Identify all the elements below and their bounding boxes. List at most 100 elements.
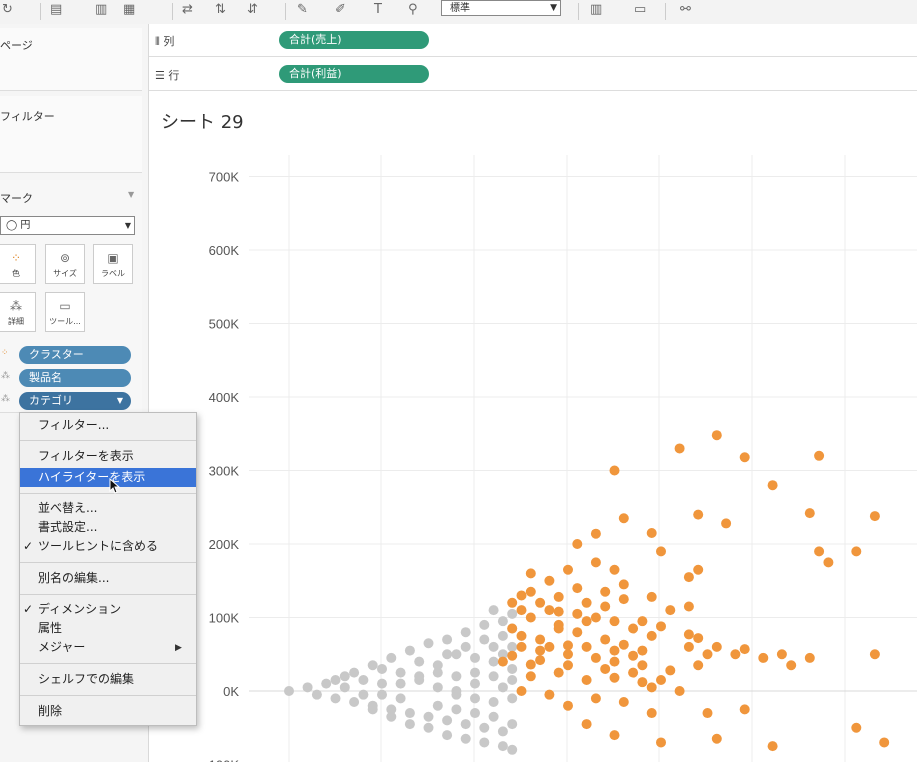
sort-asc-icon[interactable]: ⇅ bbox=[215, 2, 226, 17]
filters-card[interactable]: フィルター bbox=[0, 96, 142, 173]
scatter-point bbox=[590, 528, 601, 539]
menu-separator bbox=[20, 695, 196, 696]
rows-shelf[interactable]: ☰ 行 合計(利益) bbox=[149, 58, 917, 91]
scatter-point bbox=[739, 704, 750, 715]
scatter-point bbox=[516, 641, 527, 652]
scatter-point bbox=[609, 564, 620, 575]
menu-item-edit-in-shelf[interactable]: シェルフでの編集 bbox=[38, 671, 134, 688]
menu-item-sort[interactable]: 並べ替え... bbox=[38, 500, 97, 517]
product-pill[interactable]: 製品名 bbox=[19, 369, 131, 387]
mark-type-select[interactable]: ◯ 円 ▼ bbox=[0, 216, 135, 235]
detail-button[interactable]: ⁂ 詳細 bbox=[0, 292, 36, 332]
scatter-point bbox=[869, 511, 880, 522]
scatter-point bbox=[516, 605, 527, 616]
scatter-point bbox=[590, 612, 601, 623]
scatter-point bbox=[758, 652, 769, 663]
chevron-down-icon[interactable]: ▼ bbox=[117, 392, 123, 410]
card-menu-icon[interactable]: ▼ bbox=[128, 190, 134, 199]
scatter-point bbox=[460, 719, 471, 730]
menu-item-attribute[interactable]: 属性 bbox=[38, 620, 62, 637]
columns-pill-label: 合計(売上) bbox=[289, 33, 342, 46]
menu-item-show-filter[interactable]: フィルターを表示 bbox=[38, 448, 134, 465]
scatter-point bbox=[646, 630, 657, 641]
menu-separator bbox=[20, 493, 196, 494]
detail-label: 詳細 bbox=[8, 317, 24, 326]
new-sheet-icon[interactable]: ▤ bbox=[50, 2, 62, 17]
scatter-point bbox=[395, 678, 406, 689]
cluster-pill[interactable]: クラスター bbox=[19, 346, 131, 364]
size-label: サイズ bbox=[53, 269, 77, 278]
scatter-point bbox=[711, 733, 722, 744]
columns-label: ⦀ 列 bbox=[155, 33, 174, 49]
duplicate-sheet-icon[interactable]: ▥ bbox=[95, 2, 107, 17]
color-button[interactable]: ⁘ 色 bbox=[0, 244, 36, 284]
scatter-point bbox=[377, 678, 387, 689]
scatter-point bbox=[423, 711, 434, 722]
scatter-point bbox=[683, 572, 694, 583]
scatter-point bbox=[404, 645, 415, 656]
scatter-point bbox=[563, 660, 573, 671]
scatter-point bbox=[442, 634, 453, 645]
scatter-point bbox=[451, 689, 462, 700]
rows-label: ☰ 行 bbox=[155, 67, 179, 83]
menu-item-measure[interactable]: メジャー bbox=[38, 639, 85, 656]
menu-item-format[interactable]: 書式設定... bbox=[38, 519, 97, 536]
menu-item-filter[interactable]: フィルター... bbox=[38, 417, 109, 434]
fit-dropdown[interactable]: 標準 ▼ bbox=[441, 0, 561, 16]
checkmark-icon: ✓ bbox=[23, 602, 34, 616]
y-tick-label: 400K bbox=[209, 390, 240, 405]
color-encoding-icon: ⁘ bbox=[1, 348, 8, 358]
scatter-point bbox=[507, 693, 518, 704]
scatter-point bbox=[581, 641, 592, 652]
scatter-point bbox=[535, 655, 546, 666]
size-button[interactable]: ⊚ サイズ bbox=[45, 244, 85, 284]
presentation-icon[interactable]: ▭ bbox=[634, 2, 646, 17]
scatter-point bbox=[823, 557, 834, 568]
pin-icon[interactable]: ⚲ bbox=[408, 2, 418, 17]
pages-card[interactable]: ページ bbox=[0, 28, 142, 91]
scatter-point bbox=[553, 623, 564, 634]
scatter-point bbox=[479, 634, 490, 645]
color-icon: ⁘ bbox=[10, 251, 22, 265]
menu-item-show-highlighter[interactable]: ハイライターを表示 bbox=[38, 469, 145, 486]
columns-shelf[interactable]: ⦀ 列 合計(売上) bbox=[149, 24, 917, 57]
swap-icon[interactable]: ⇄ bbox=[182, 2, 193, 17]
scatter-point bbox=[553, 591, 564, 602]
columns-label-text: 列 bbox=[163, 35, 175, 48]
y-tick-label: 100K bbox=[209, 611, 240, 626]
scatter-point bbox=[572, 583, 583, 594]
toolbar: ↻ ▤ ▥ ▦ ⇄ ⇅ ⇵ ✎ ✐ T ⚲ 標準 ▼ ▥ ▭ ⚯ bbox=[0, 0, 917, 25]
rows-pill[interactable]: 合計(利益) bbox=[279, 65, 429, 83]
tooltip-button[interactable]: ▭ ツール... bbox=[45, 292, 85, 332]
menu-item-edit-alias[interactable]: 別名の編集... bbox=[38, 570, 109, 587]
columns-pill[interactable]: 合計(売上) bbox=[279, 31, 429, 49]
scatter-point bbox=[339, 682, 350, 693]
category-pill[interactable]: カテゴリ ▼ bbox=[19, 392, 131, 410]
scatter-point bbox=[404, 719, 415, 730]
scatter-plot[interactable]: 700K 600K 500K 400K 300K 200K 100K 0K -100K bbox=[149, 95, 917, 762]
share-icon[interactable]: ⚯ bbox=[680, 2, 691, 17]
scatter-point bbox=[674, 686, 685, 696]
menu-item-remove[interactable]: 削除 bbox=[38, 703, 62, 720]
scatter-point bbox=[693, 660, 704, 671]
scatter-point bbox=[488, 641, 499, 652]
scatter-point bbox=[646, 682, 657, 693]
label-button[interactable]: ▣ ラベル bbox=[93, 244, 133, 284]
redo-icon[interactable]: ↻ bbox=[2, 2, 13, 17]
menu-item-include-tooltip[interactable]: ✓ ツールヒントに含める bbox=[23, 538, 158, 555]
scatter-point bbox=[693, 564, 704, 575]
annotate-icon[interactable]: ✐ bbox=[335, 2, 346, 17]
show-me-chart-icon[interactable]: ▥ bbox=[590, 2, 602, 17]
scatter-point bbox=[776, 649, 787, 660]
menu-item-dimension[interactable]: ✓ ディメンション bbox=[23, 601, 121, 618]
scatter-point bbox=[479, 737, 490, 748]
chevron-down-icon: ▼ bbox=[550, 3, 557, 13]
scatter-point bbox=[618, 639, 629, 650]
scatter-point bbox=[284, 686, 294, 696]
text-icon[interactable]: T bbox=[374, 2, 382, 17]
clear-sheet-icon[interactable]: ▦ bbox=[123, 2, 135, 17]
sort-desc-icon[interactable]: ⇵ bbox=[247, 2, 258, 17]
scatter-point bbox=[544, 605, 555, 616]
scatter-point bbox=[869, 649, 880, 660]
highlight-pen-icon[interactable]: ✎ bbox=[297, 2, 308, 17]
